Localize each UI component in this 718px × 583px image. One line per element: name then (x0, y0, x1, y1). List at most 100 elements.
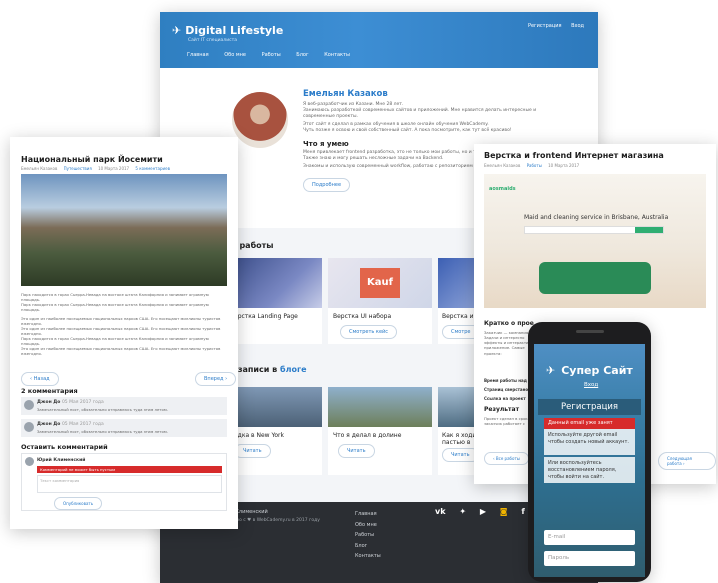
footer-links: Главная Обо мне Работы Блог Контакты (355, 509, 381, 562)
time-label: Время работы над (484, 378, 527, 383)
avatar (25, 457, 34, 466)
footer-link[interactable]: Обо мне (355, 520, 381, 531)
comment-textarea[interactable]: Текст комментария (37, 475, 222, 493)
phone-speaker (576, 330, 604, 333)
nav-contacts[interactable]: Контакты (324, 52, 350, 58)
work-card[interactable]: Kauf Верстка UI набора Смотреть кейс (328, 258, 432, 344)
instagram-icon[interactable]: ◙ (500, 507, 508, 516)
main-header: ✈ Digital Lifestyle Сайт IT специалиста Г… (160, 12, 598, 68)
post-body: Парк находится в горах Сьерра-Невада на … (21, 292, 227, 357)
post-paragraph: Это один из наиболее посещаемых национал… (21, 346, 221, 357)
auth-links: Регистрация Вход (528, 23, 584, 29)
work-card[interactable]: ерстка Landing Page (230, 258, 322, 344)
youtube-icon[interactable]: ▶ (480, 507, 486, 516)
meta-author[interactable]: Емельян Казаков (21, 166, 57, 171)
twitter-icon[interactable]: ✦ (459, 507, 466, 516)
blog-link[interactable]: блоге (280, 365, 307, 374)
post-title: Национальный парк Йосемити (21, 155, 163, 164)
post-title: одка в New York (234, 432, 284, 439)
register-link[interactable]: Регистрация (528, 23, 562, 29)
phone-login-link[interactable]: Вход (584, 382, 598, 388)
footer-link[interactable]: Блог (355, 541, 381, 552)
avatar (24, 422, 34, 432)
forward-button[interactable]: Вперед › (195, 372, 237, 386)
comment-form: Юрий Клименский Комментарий не может быт… (21, 453, 227, 511)
password-input[interactable]: Пароль (544, 551, 635, 566)
result-text: Проект сделан в сроки заказчик работает с (484, 416, 531, 427)
comment-author: Джон До 05 Мая 2017 года (37, 422, 104, 427)
paper-plane-icon: ✈ (546, 364, 556, 377)
view-case-button[interactable]: Смотреть кейс (340, 325, 398, 339)
blog-post-screenshot: Национальный парк Йосемити Емельян Казак… (10, 137, 238, 529)
footer-link[interactable]: Контакты (355, 551, 381, 562)
work-meta: Емельян Казаков Работы 10 Марта 2017 (484, 163, 579, 168)
meta-author[interactable]: Емельян Казаков (484, 163, 520, 168)
comment-author: Джон До 05 Мая 2017 года (37, 400, 104, 405)
work-thumbnail (230, 258, 322, 308)
post-paragraph: Парк находится в горах Сьерра-Невада на … (21, 302, 209, 313)
meta-category[interactable]: Путешествия (64, 166, 92, 171)
all-works-button[interactable]: ‹ Все работы (484, 452, 529, 465)
post-paragraph: Парк находится в горах Сьерра-Невада на … (21, 292, 209, 303)
profile-name: Емельян Казаков (303, 89, 388, 99)
brief-title: Кратко о прое (484, 320, 534, 327)
profile-text: Занимаюсь разработкой современных сайтов… (303, 108, 537, 120)
phone-brand: ✈ Супер Сайт (546, 364, 633, 377)
nav-blog[interactable]: Блог (296, 52, 308, 58)
email-input[interactable]: E-mail (544, 530, 635, 545)
avatar (232, 92, 288, 148)
work-title: Верстка UI набора (333, 313, 392, 320)
post-card[interactable]: одка в New York Читать (230, 387, 322, 475)
back-button[interactable]: ‹ Назад (21, 372, 59, 386)
meta-date: 10 Марта 2017 (98, 166, 130, 171)
profile-text: Чуть позже я освою и свой собственный са… (303, 128, 512, 134)
comment-error: Комментарий не может быть пустым (37, 466, 222, 473)
work-title: Верстка и frontend Интернет магазина (484, 151, 664, 160)
error-hint: Используйте другой email чтобы создать н… (544, 429, 635, 455)
vk-icon[interactable]: vk (435, 507, 446, 516)
comment: Джон До 05 Мая 2017 года Замечательный п… (21, 397, 227, 415)
site-search-bar (524, 226, 664, 234)
work-thumbnail: Kauf (328, 258, 432, 308)
post-paragraph: Это один из наиболее посещаемых национал… (21, 325, 221, 336)
facebook-icon[interactable]: f (521, 507, 524, 516)
brand-logo[interactable]: ✈ Digital Lifestyle (172, 24, 283, 37)
email-taken-error: Данный email уже занят (544, 418, 635, 429)
kauf-logo: Kauf (360, 268, 400, 298)
main-nav: Главная Обо мне Работы Блог Контакты (187, 52, 364, 58)
next-work-button[interactable]: Следующая работа › (658, 452, 716, 470)
post-thumbnail (328, 387, 432, 427)
comments-title: 2 комментария (21, 387, 78, 395)
meta-comments[interactable]: 5 комментариев (135, 166, 170, 171)
post-card[interactable]: Что я делал в долине Читать (328, 387, 432, 475)
link-label: Ссылка на проект (484, 396, 526, 401)
commenter-name: Юрий Клименский (37, 458, 86, 463)
nav-about[interactable]: Обо мне (224, 52, 246, 58)
brand-tagline: Сайт IT специалиста (188, 38, 237, 43)
pages-label: Страниц сверстано (484, 387, 529, 392)
recovery-hint[interactable]: Или воспользуйтесь восстановлением парол… (544, 457, 635, 483)
site-logo: aosmaids (489, 186, 516, 192)
post-meta: Емельян Казаков Путешествия 10 Марта 201… (21, 166, 170, 171)
post-thumbnail (230, 387, 322, 427)
result-title: Результат (484, 406, 520, 413)
read-button[interactable]: Читать (338, 444, 375, 458)
login-link[interactable]: Вход (571, 23, 584, 29)
work-preview-image: aosmaids Maid and cleaning service in Br… (484, 174, 706, 308)
post-paragraph: Это один из наиболее посещаемых национал… (21, 315, 221, 326)
site-hero-text: Maid and cleaning service in Brisbane, A… (524, 214, 669, 221)
publish-button[interactable]: Опубликовать (54, 497, 103, 510)
social-icons: vk ✦ ▶ ◙ f (435, 507, 525, 516)
project-facts: Время работы над Страниц сверстано Ссылк… (484, 376, 528, 403)
nav-home[interactable]: Главная (187, 52, 209, 58)
leave-comment-title: Оставить комментарий (21, 443, 108, 451)
comment: Джон До 05 Мая 2017 года Замечательный п… (21, 419, 227, 437)
read-button[interactable]: Читать (234, 444, 271, 458)
footer-link[interactable]: Главная (355, 509, 381, 520)
work-title: ерстка Landing Page (234, 313, 298, 320)
details-button[interactable]: Подробнее (303, 177, 351, 192)
phone-screen: ✈ Супер Сайт Вход Регистрация Данный emai… (534, 344, 645, 577)
meta-category[interactable]: Работы (527, 163, 542, 168)
footer-link[interactable]: Работы (355, 530, 381, 541)
nav-works[interactable]: Работы (262, 52, 281, 58)
